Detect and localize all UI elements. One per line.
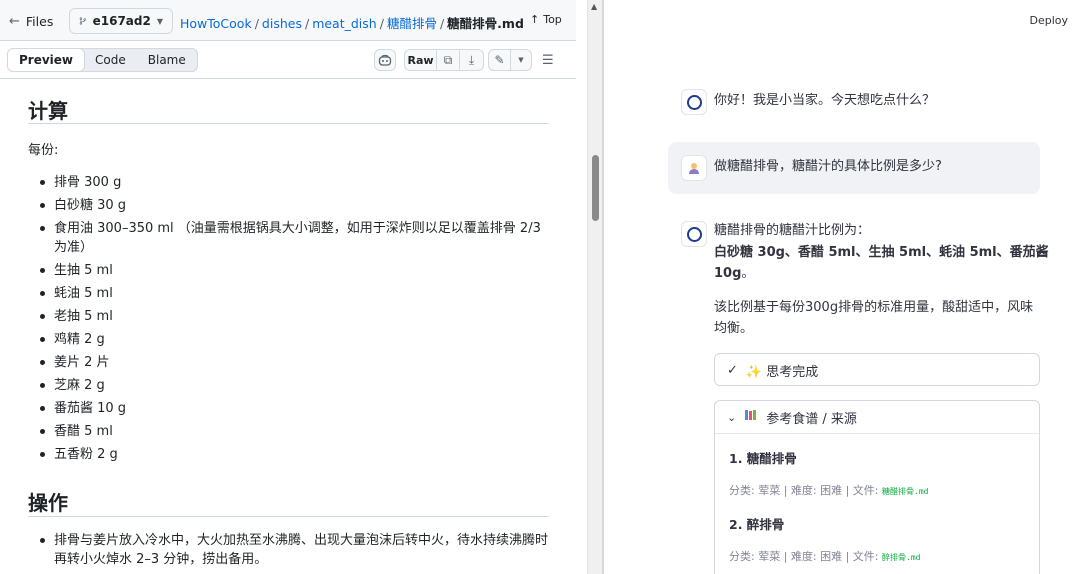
arrow-left-icon: ←	[9, 13, 20, 29]
deploy-button[interactable]: Deploy	[1029, 14, 1068, 27]
file-header: ← Files e167ad2 ▼ HowToCook / dishes / meat_…	[0, 0, 576, 41]
sources-list: 1. 糖醋排骨 分类: 荤菜 | 难度: 困难 | 文件: 糖醋排骨.md 2.…	[715, 433, 1039, 573]
download-icon[interactable]: ⤓	[460, 50, 483, 70]
list-item: 排骨 300 g	[40, 173, 550, 192]
list-item: 五香粉 2 g	[40, 445, 550, 464]
chevron-down-icon[interactable]: ▼	[511, 50, 531, 70]
raw-button[interactable]: Raw	[405, 50, 437, 70]
answer-ratio: 白砂糖 30g、香醋 5ml、生抽 5ml、蚝油 5ml、番茄酱	[714, 245, 1049, 260]
branch-name: e167ad2	[92, 14, 151, 28]
arrow-up-icon: ↑	[530, 13, 540, 26]
user-avatar-icon	[681, 155, 707, 181]
list-item: 姜片 2 片	[40, 353, 550, 372]
copilot-icon	[378, 54, 392, 66]
raw-actions: Raw ⧉ ⤓	[404, 49, 484, 71]
check-icon: ✓	[727, 362, 738, 378]
edit-actions: ✎ ▼	[488, 49, 532, 71]
source-title: 2. 醉排骨	[729, 517, 785, 532]
thinking-label: ✨ 思考完成	[745, 364, 819, 380]
list-item: 白砂糖 30 g	[40, 196, 550, 215]
source-meta: 分类: 荤菜 | 难度: 困难 | 文件: 醉排骨.md	[729, 550, 921, 563]
tab-code[interactable]: Code	[84, 49, 137, 71]
chevron-down-icon: ⌄	[727, 410, 737, 424]
assistant-avatar-icon	[681, 221, 707, 247]
list-item: 番茄酱 10 g	[40, 399, 550, 418]
chevron-down-icon: ▼	[156, 16, 163, 26]
breadcrumb-meat-dish[interactable]: meat_dish	[312, 16, 377, 31]
file-toolbar: Preview Code Blame Raw ⧉ ⤓ ✎ ▼ ☰	[0, 41, 576, 79]
scroll-up-icon[interactable]: ▲	[591, 2, 597, 11]
scrollbar[interactable]: ▲	[587, 0, 602, 574]
list-item: 老抽 5 ml	[40, 307, 550, 326]
outline-list-icon[interactable]: ☰	[542, 53, 554, 68]
source-title: 1. 糖醋排骨	[729, 451, 797, 466]
source-file: 糖醋排骨.md	[882, 487, 929, 496]
top-button[interactable]: ↑ Top	[530, 13, 562, 26]
view-mode-tabs: Preview Code Blame	[7, 48, 198, 72]
steps-list: 排骨与姜片放入冷水中，大火加热至水沸腾、出现大量泡沫后转中火，待水持续沸腾时再转…	[40, 531, 550, 569]
pencil-icon[interactable]: ✎	[489, 50, 511, 70]
breadcrumb-repo[interactable]: HowToCook	[180, 16, 252, 31]
list-item: 蚝油 5 ml	[40, 284, 550, 303]
list-item: 食用油 300–350 ml （油量需根据锅具大小调整，如用于深炸则以足以覆盖排…	[40, 219, 550, 257]
scrollbar-thumb[interactable]	[592, 155, 599, 221]
top-label: Top	[543, 13, 562, 26]
answer-intro: 糖醋排骨的糖醋汁比例为：	[714, 223, 871, 238]
tab-preview[interactable]: Preview	[7, 49, 86, 71]
files-label: Files	[25, 13, 54, 29]
list-item: 鸡精 2 g	[40, 330, 550, 349]
heading-calc: 计算	[28, 99, 68, 123]
user-question: 做糖醋排骨，糖醋汁的具体比例是多少?	[714, 159, 942, 174]
assistant-avatar-icon	[681, 89, 707, 115]
breadcrumb-dishes[interactable]: dishes	[262, 16, 302, 31]
thinking-expander[interactable]: ✓ ✨ 思考完成	[714, 353, 1040, 386]
heading-steps: 操作	[28, 491, 68, 515]
markdown-preview: 计算 每份: 排骨 300 g 白砂糖 30 g 食用油 300–350 ml …	[0, 79, 576, 574]
heading-divider	[28, 516, 549, 517]
chat-app: Deploy 你好！我是小当家。今天想吃点什么？ 做糖醋排骨，糖醋汁的具体比例是…	[604, 0, 1080, 574]
branch-selector[interactable]: e167ad2 ▼	[69, 8, 173, 34]
list-item: 芝麻 2 g	[40, 376, 550, 395]
list-item: 香醋 5 ml	[40, 422, 550, 441]
ingredient-list: 排骨 300 g 白砂糖 30 g 食用油 300–350 ml （油量需根据锅…	[40, 173, 550, 468]
books-icon	[744, 409, 758, 425]
source-meta: 分类: 荤菜 | 难度: 困难 | 文件: 糖醋排骨.md	[729, 484, 929, 497]
github-file-viewer: ← Files e167ad2 ▼ HowToCook / dishes / meat_…	[0, 0, 576, 574]
assistant-greeting: 你好！我是小当家。今天想吃点什么？	[714, 93, 936, 108]
answer-note: 该比例基于每份300g排骨的标准用量，酸甜适中，风味均衡。	[714, 300, 1034, 336]
sources-expander[interactable]: ⌄ 参考食谱 / 来源 1. 糖醋排骨 分类: 荤菜 | 难度: 困难 | 文件…	[714, 400, 1040, 574]
per-serving-text: 每份:	[28, 143, 59, 158]
files-button[interactable]: ← Files	[9, 9, 53, 33]
breadcrumb-current-file: 糖醋排骨.md	[447, 16, 524, 31]
tab-blame[interactable]: Blame	[137, 49, 197, 71]
list-item: 排骨与姜片放入冷水中，大火加热至水沸腾、出现大量泡沫后转中火，待水持续沸腾时再转…	[40, 531, 550, 569]
source-file: 醉排骨.md	[882, 553, 921, 562]
git-branch-icon	[79, 17, 86, 25]
copilot-button[interactable]	[374, 49, 396, 71]
copy-icon[interactable]: ⧉	[437, 50, 460, 70]
breadcrumb-dish-folder[interactable]: 糖醋排骨	[387, 16, 437, 31]
breadcrumb: HowToCook / dishes / meat_dish / 糖醋排骨 / 糖醋排骨.md	[180, 16, 524, 31]
list-item: 生抽 5 ml	[40, 261, 550, 280]
heading-divider	[28, 123, 549, 124]
answer-ratio-tail: 10g。	[714, 266, 755, 281]
sources-label: 参考食谱 / 来源	[766, 411, 857, 427]
